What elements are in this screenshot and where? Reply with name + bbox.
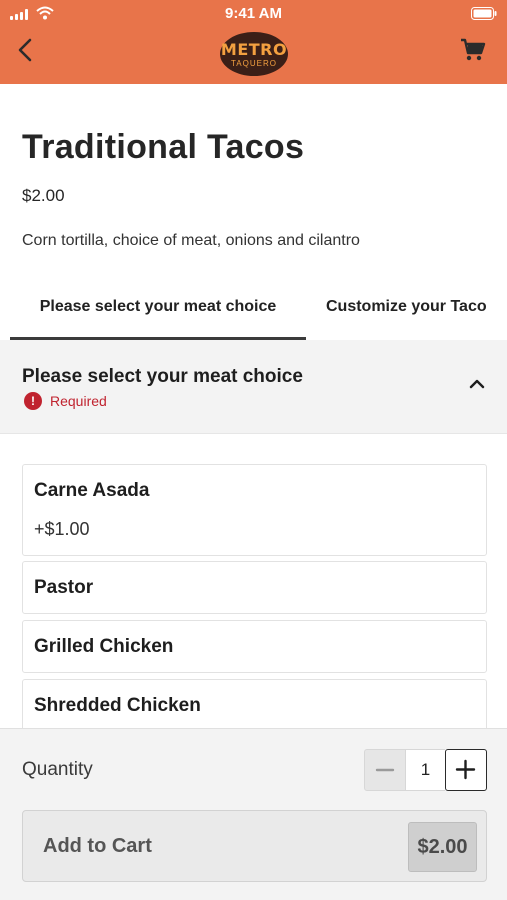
tab-meat-choice[interactable]: Please select your meat choice [10, 280, 306, 340]
meat-section-header[interactable]: Please select your meat choice ! Require… [0, 340, 507, 434]
add-to-cart-price: $2.00 [408, 822, 477, 872]
option-name: Grilled Chicken [34, 636, 174, 657]
meat-choice-section: Please select your meat choice ! Require… [0, 340, 507, 750]
decrease-quantity-button[interactable] [364, 749, 406, 791]
minus-icon [375, 768, 395, 772]
option-carne-asada[interactable]: Carne Asada +$1.00 [22, 464, 487, 556]
increase-quantity-button[interactable] [445, 749, 487, 791]
option-name: Pastor [34, 577, 94, 598]
logo-subtext: TAQUERO [231, 59, 277, 68]
quantity-label: Quantity [22, 759, 93, 780]
option-tabs: Please select your meat choice Customize… [0, 280, 507, 340]
app-header: 9:41 AM METRO TAQUERO [0, 0, 507, 84]
option-name: Carne Asada [34, 480, 150, 501]
tab-customize[interactable]: Customize your Taco [326, 280, 487, 340]
cart-button[interactable] [459, 36, 487, 64]
cart-footer: Quantity 1 Add to Cart $2.00 [0, 728, 507, 900]
option-pastor[interactable]: Pastor [22, 561, 487, 614]
plus-icon [455, 759, 476, 780]
product-price: $2.00 [22, 186, 65, 205]
option-shredded-chicken[interactable]: Shredded Chicken [22, 679, 487, 732]
product-title: Traditional Tacos [22, 128, 305, 166]
required-label: Required [50, 393, 107, 409]
product-description: Corn tortilla, choice of meat, onions an… [22, 232, 360, 249]
required-badge: ! Required [24, 392, 107, 410]
chevron-up-icon[interactable] [469, 378, 485, 390]
chevron-left-icon [18, 38, 32, 62]
alert-icon: ! [24, 392, 42, 410]
option-price: +$1.00 [34, 519, 90, 539]
status-bar: 9:41 AM [0, 0, 507, 28]
add-to-cart-button[interactable]: Add to Cart $2.00 [22, 810, 487, 882]
option-grilled-chicken[interactable]: Grilled Chicken [22, 620, 487, 673]
brand-logo: METRO TAQUERO [220, 32, 288, 76]
add-to-cart-label: Add to Cart [43, 835, 152, 857]
shopping-cart-icon [461, 38, 486, 61]
logo-text: METRO [220, 40, 288, 59]
back-button[interactable] [12, 36, 40, 64]
battery-icon [471, 7, 497, 20]
section-title: Please select your meat choice [22, 366, 303, 387]
quantity-value[interactable]: 1 [406, 749, 445, 791]
option-name: Shredded Chicken [34, 695, 201, 716]
meat-options-list: Carne Asada +$1.00 Pastor Grilled Chicke… [0, 434, 507, 750]
quantity-stepper: 1 [364, 749, 487, 791]
status-time: 9:41 AM [225, 5, 282, 22]
